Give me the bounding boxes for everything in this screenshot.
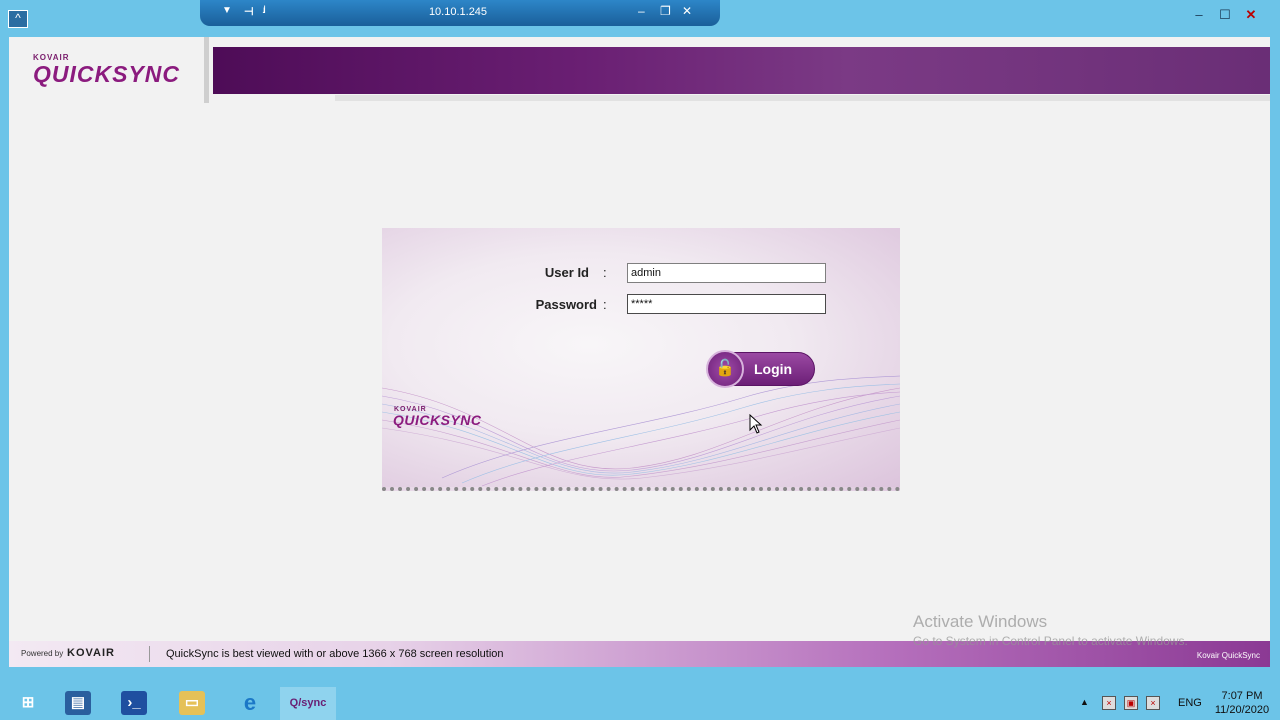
- user-id-colon: :: [603, 265, 607, 280]
- network-icon[interactable]: ▣: [1124, 696, 1138, 710]
- user-id-label: User Id: [544, 265, 589, 280]
- rdp-minimize-button[interactable]: –: [638, 4, 645, 18]
- password-colon: :: [603, 297, 607, 312]
- folder-icon: ▭: [179, 691, 205, 715]
- user-id-input[interactable]: admin: [627, 263, 826, 283]
- panel-logo-quicksync: QUICKSYNC: [393, 412, 482, 428]
- server-manager-icon: ▤: [65, 691, 91, 715]
- internet-explorer-button[interactable]: e: [222, 687, 278, 720]
- quicksync-icon: Q/sync: [289, 697, 327, 709]
- start-button[interactable]: ⊞: [0, 687, 56, 720]
- header-divider: [335, 95, 1270, 101]
- password-label: Password: [535, 297, 597, 312]
- server-manager-button[interactable]: ▤: [50, 687, 106, 720]
- rdp-close-button[interactable]: ✕: [682, 4, 692, 18]
- show-hidden-icons[interactable]: ▲: [1080, 697, 1089, 707]
- quicksync-taskbar-button[interactable]: Q/sync: [280, 687, 336, 720]
- activate-windows-watermark: Activate Windows Go to System in Control…: [913, 612, 1188, 648]
- internet-explorer-icon: e: [243, 690, 257, 715]
- decorative-wave: [382, 375, 900, 487]
- clock-time: 7:07 PM: [1221, 690, 1263, 702]
- close-button[interactable]: ✕: [1238, 6, 1264, 24]
- window-controls: – ☐ ✕: [1186, 6, 1264, 24]
- resolution-note: QuickSync is best viewed with or above 1…: [166, 648, 504, 660]
- minimize-button[interactable]: –: [1186, 6, 1212, 24]
- rdp-restore-button[interactable]: ❐: [660, 4, 671, 18]
- mouse-cursor-icon: [749, 414, 763, 434]
- logo-quicksync-text: QUICKSYNC: [33, 61, 181, 87]
- login-button[interactable]: 🔓 Login: [706, 350, 815, 388]
- footer-brand: Kovair QuickSync: [1196, 651, 1260, 660]
- app-logo: KOVAIR QUICKSYNC: [9, 37, 209, 103]
- activate-title: Activate Windows: [913, 612, 1048, 631]
- file-explorer-button[interactable]: ▭: [164, 687, 220, 720]
- powershell-button[interactable]: ›_: [106, 687, 162, 720]
- action-center-icon[interactable]: ×: [1102, 696, 1116, 710]
- footer-separator: [149, 646, 150, 662]
- quicksync-app: KOVAIR QUICKSYNC User Id : admin Passwor…: [9, 37, 1270, 667]
- rdp-connection-bar: ▼ ⊣ .ıl 10.10.1.245 – ❐ ✕: [200, 0, 720, 26]
- windows-start-icon: ⊞: [21, 694, 35, 711]
- login-button-label: Login: [754, 361, 793, 377]
- header-banner: [213, 47, 1270, 94]
- login-panel: User Id : admin Password : ***** 🔓 Login…: [382, 228, 900, 491]
- maximize-button[interactable]: ☐: [1212, 6, 1238, 24]
- clock-date: 11/20/2020: [1214, 704, 1270, 716]
- activate-subtitle: Go to System in Control Panel to activat…: [913, 634, 1188, 648]
- collapse-up-icon[interactable]: ^: [8, 10, 28, 28]
- system-tray: ▲ × ▣ × ENG 7:07 PM 11/20/2020: [1080, 687, 1280, 720]
- password-input[interactable]: *****: [627, 294, 826, 314]
- taskbar: ⊞ ▤ ›_ ▭ e Q/sync ▲ × ▣ × ENG 7:07 PM 11…: [0, 687, 1280, 720]
- remote-desktop-window: ^ ▼ ⊣ .ıl 10.10.1.245 – ❐ ✕ – ☐ ✕ KOVAIR…: [0, 0, 1280, 687]
- unlock-icon: 🔓: [706, 350, 744, 388]
- volume-icon[interactable]: ×: [1146, 696, 1160, 710]
- footer-kovair-logo: KOVAIR: [67, 647, 115, 659]
- powered-by-text: Powered by: [21, 649, 64, 658]
- powershell-icon: ›_: [121, 691, 147, 715]
- clock[interactable]: 7:07 PM 11/20/2020: [1212, 689, 1272, 717]
- language-indicator[interactable]: ENG: [1178, 697, 1202, 709]
